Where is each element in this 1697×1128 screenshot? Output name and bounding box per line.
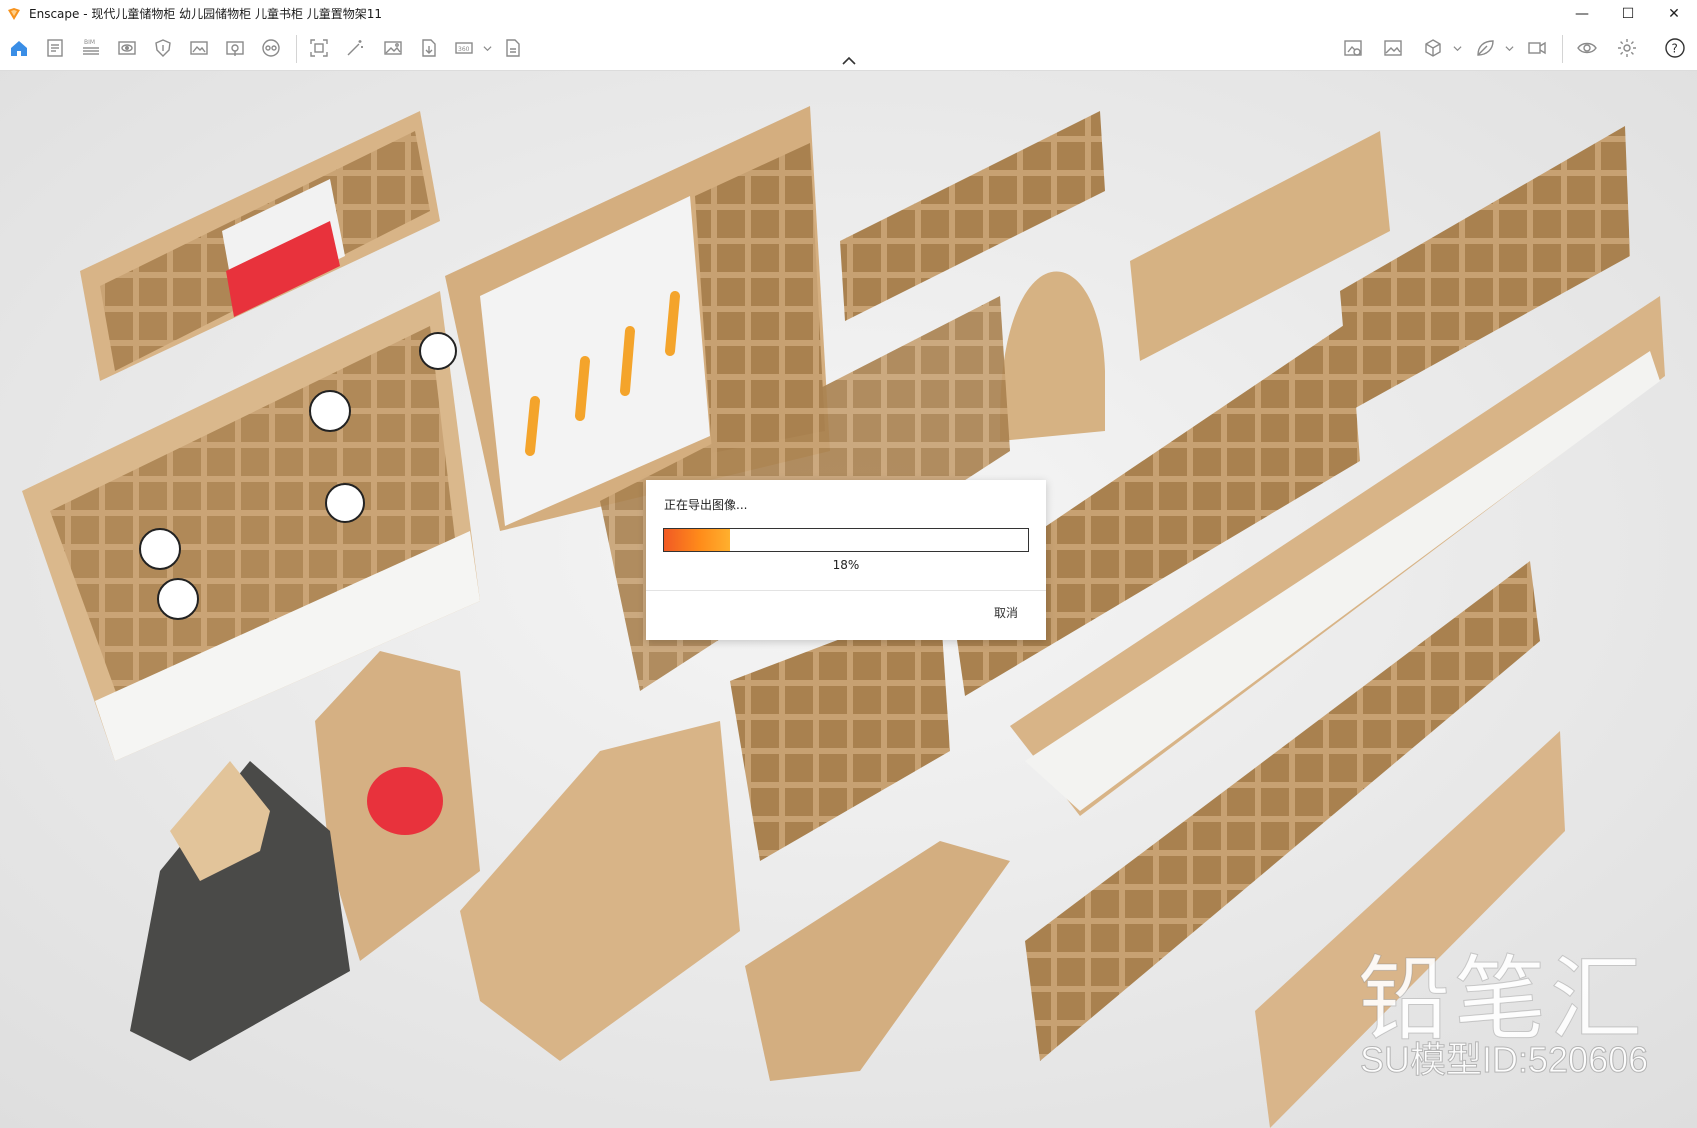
batch-render-icon[interactable] [500,35,526,61]
progress-fill [664,529,730,551]
asset-icon[interactable] [1340,35,1366,61]
screenshot-360-icon[interactable]: 360 [452,35,478,61]
window-title: Enscape - 现代儿童储物柜 幼儿园储物柜 儿童书柜 儿童置物架11 [29,7,383,21]
cancel-button[interactable]: 取消 [994,604,1018,621]
video-icon[interactable] [222,35,248,61]
dialog-divider [646,590,1046,591]
chevron-up-icon[interactable] [840,54,858,68]
view-icon[interactable] [114,35,140,61]
export-message: 正在导出图像... [664,498,748,512]
sync-icon[interactable] [1524,35,1550,61]
export-icon[interactable] [416,35,442,61]
material-icon[interactable] [1380,35,1406,61]
chevron-down-icon[interactable] [482,41,492,55]
bim-icon[interactable]: BIM [78,35,104,61]
enscape-logo-icon [8,7,20,20]
maximize-button[interactable]: ☐ [1605,0,1651,27]
home-icon[interactable] [6,35,32,61]
document-icon[interactable] [42,35,68,61]
chevron-down-icon[interactable] [1452,41,1462,55]
toolbar-separator [1562,35,1563,63]
progress-percent: 18% [832,558,860,572]
eye-icon[interactable] [1574,35,1600,61]
vr-360-label: 360 [458,46,470,53]
export-progress-bar [663,528,1029,552]
model-id: SU模型ID:520606 [1359,1039,1649,1081]
capture-icon[interactable] [306,35,332,61]
minimize-button[interactable]: — [1559,0,1605,27]
vr-icon[interactable] [258,35,284,61]
toolbar-separator [296,35,297,63]
help-icon[interactable]: ? [1662,35,1688,61]
window-controls: — ☐ ✕ [1559,0,1697,27]
image-icon[interactable] [380,35,406,61]
help-label: ? [1672,42,1678,56]
enscape-window: Enscape - 现代儿童储物柜 幼儿园储物柜 儿童书柜 儿童置物架11 — … [0,0,1697,1128]
export-progress-dialog: 正在导出图像... 18% 取消 [646,480,1046,640]
title-bar: Enscape - 现代儿童储物柜 幼儿园储物柜 儿童书柜 儿童置物架11 — … [0,0,1697,27]
brand-watermark: 铅笔汇 SU模型ID:520606 [1357,925,1678,1081]
panorama-icon[interactable] [186,35,212,61]
bim-label: BIM [84,39,95,46]
shield-icon[interactable] [150,35,176,61]
chevron-down-icon[interactable] [1504,41,1514,55]
leaf-icon[interactable] [1472,35,1498,61]
magic-icon[interactable] [342,35,368,61]
cube-icon[interactable] [1420,35,1446,61]
settings-icon[interactable] [1614,35,1640,61]
close-button[interactable]: ✕ [1651,0,1697,27]
